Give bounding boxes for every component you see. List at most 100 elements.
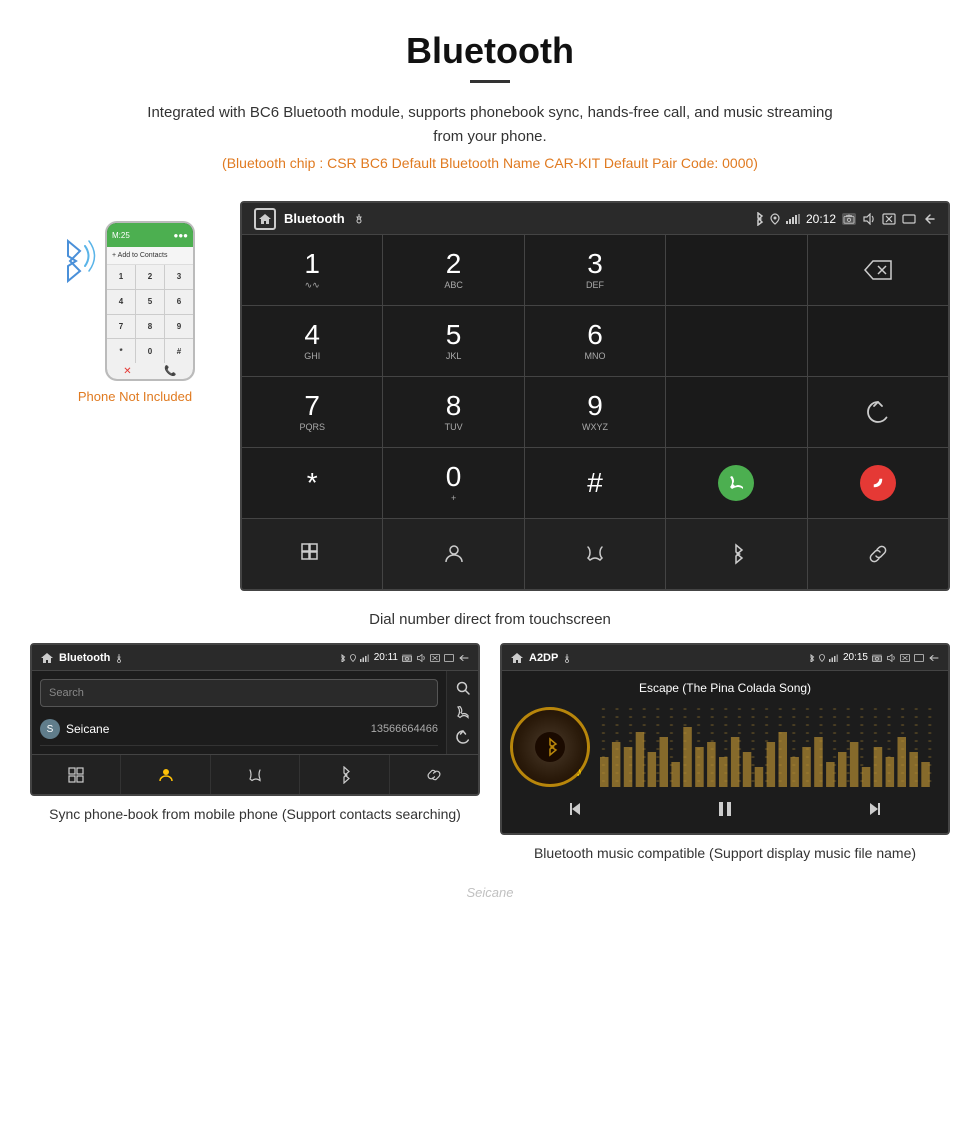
pb-win-icon	[444, 654, 454, 662]
pb-toolbar-grid[interactable]	[32, 755, 121, 794]
home-icon[interactable]	[254, 208, 276, 230]
toolbar-phone-btn[interactable]	[525, 519, 665, 589]
grid-icon	[300, 542, 324, 566]
music-visualizer	[600, 707, 940, 787]
status-bar: Bluetooth	[242, 203, 948, 235]
album-art: ♪	[510, 707, 590, 787]
toolbar-link-btn[interactable]	[808, 519, 948, 589]
prev-track-btn[interactable]	[558, 795, 594, 828]
music-back-icon[interactable]	[928, 654, 940, 662]
dial-key-star[interactable]: *	[242, 448, 382, 518]
music-win-icon	[914, 654, 924, 662]
dial-key-6[interactable]: 6 MNO	[525, 306, 665, 376]
phone-body: M:25 ●●● + Add to Contacts 1 2 3 4 5 6 7	[105, 221, 195, 381]
prev-icon	[566, 799, 586, 819]
music-device: A2DP	[500, 643, 950, 835]
phone-key-7: 7	[107, 315, 135, 339]
dial-key-2[interactable]: 2 ABC	[383, 235, 523, 305]
back-icon[interactable]	[922, 213, 936, 225]
contact-letter-s: S	[40, 719, 60, 739]
phone-key-6: 6	[165, 290, 193, 314]
pb-toolbar-bt[interactable]	[300, 755, 389, 794]
dial-key-7[interactable]: 7 PQRS	[242, 377, 382, 447]
dial-call-red[interactable]	[808, 448, 948, 518]
pb-toolbar-phone[interactable]	[211, 755, 300, 794]
music-home-icon[interactable]	[510, 651, 524, 665]
status-bar-title: Bluetooth	[284, 211, 345, 226]
music-artwork: ♪	[510, 707, 940, 787]
music-controls	[502, 787, 948, 833]
dial-number-5: 5	[446, 321, 462, 349]
phone-key-hash: #	[165, 339, 193, 363]
phone-end-icon	[869, 474, 887, 492]
music-bt-icon	[807, 654, 815, 662]
phone-illustration: M:25 ●●● + Add to Contacts 1 2 3 4 5 6 7	[80, 221, 190, 381]
music-content: Escape (The Pina Colada Song) ♪	[502, 671, 948, 787]
dial-key-3[interactable]: 3 DEF	[525, 235, 665, 305]
dial-backspace[interactable]	[808, 235, 948, 305]
phonebook-content: Search S Seicane 13566664466	[32, 671, 478, 754]
dial-number-6: 6	[587, 321, 603, 349]
pb-back-icon[interactable]	[458, 654, 470, 662]
phonebook-search-bar[interactable]: Search	[40, 679, 438, 707]
search-placeholder: Search	[49, 687, 84, 699]
phonebook-time: 20:11	[374, 652, 398, 663]
dial-call-green[interactable]	[666, 448, 806, 518]
pb-signal-icon	[360, 654, 370, 662]
dial-number-3: 3	[587, 250, 603, 278]
search-side-icon[interactable]	[455, 680, 471, 696]
dial-letters-9: WXYZ	[582, 422, 608, 432]
toolbar-bluetooth-btn[interactable]	[666, 519, 806, 589]
contact-row-seicane[interactable]: S Seicane 13566664466	[40, 713, 438, 746]
dial-number-8: 8	[446, 392, 462, 420]
phone-key-4: 4	[107, 290, 135, 314]
pb-camera-icon	[402, 654, 412, 662]
next-icon	[864, 799, 884, 819]
dial-key-9[interactable]: 9 WXYZ	[525, 377, 665, 447]
dial-key-8[interactable]: 8 TUV	[383, 377, 523, 447]
pb-toolbar-person[interactable]	[121, 755, 210, 794]
large-device-screen: Bluetooth	[240, 201, 950, 591]
signal-icon	[786, 214, 800, 224]
dial-key-1[interactable]: 1 ∿∿	[242, 235, 382, 305]
next-track-btn[interactable]	[856, 795, 892, 828]
toolbar-contacts-btn[interactable]	[383, 519, 523, 589]
album-art-inner	[535, 732, 565, 762]
dial-refresh[interactable]	[808, 377, 948, 447]
pb-bt-icon	[338, 654, 346, 662]
play-pause-btn[interactable]	[707, 795, 743, 828]
pb-toolbar-link[interactable]	[390, 755, 478, 794]
status-bar-right: 20:12	[752, 212, 936, 226]
dial-key-hash[interactable]: #	[525, 448, 665, 518]
pb-loc-icon	[350, 654, 356, 662]
music-caption: Bluetooth music compatible (Support disp…	[534, 843, 916, 864]
call-green-icon	[718, 465, 754, 501]
pb-person-icon	[158, 767, 174, 783]
refresh-side-icon[interactable]	[455, 729, 471, 745]
phonebook-status-right: 20:11	[338, 652, 470, 663]
phone-bottom-bar: ✕ 📞	[107, 363, 193, 379]
dial-key-4[interactable]: 4 GHI	[242, 306, 382, 376]
status-bar-left: Bluetooth	[254, 208, 365, 230]
dialpad: 1 ∿∿ 2 ABC 3 DEF	[242, 235, 948, 589]
toolbar-dialpad-btn[interactable]	[242, 519, 382, 589]
phonebook-home-icon[interactable]	[40, 651, 54, 665]
phone-container: M:25 ●●● + Add to Contacts 1 2 3 4 5 6 7	[30, 201, 240, 404]
phone-call-icon	[727, 474, 745, 492]
dial-key-5[interactable]: 5 JKL	[383, 306, 523, 376]
music-note-icon: ♪	[576, 765, 582, 779]
dial-key-0[interactable]: 0 +	[383, 448, 523, 518]
dial-number-1: 1	[304, 250, 320, 278]
dial-empty-1	[666, 235, 806, 305]
music-vol-icon	[886, 654, 896, 662]
phone-side-icon[interactable]	[455, 704, 471, 720]
dial-number-7: 7	[304, 392, 320, 420]
dial-empty-2	[666, 306, 806, 376]
phone-key-1: 1	[107, 265, 135, 289]
bottom-screenshots: Bluetooth	[0, 643, 980, 884]
music-title: A2DP	[529, 652, 558, 664]
music-status-bar: A2DP	[502, 645, 948, 671]
dial-number-hash: #	[587, 469, 603, 497]
play-pause-icon	[715, 799, 735, 819]
pb-link-icon	[425, 767, 443, 783]
